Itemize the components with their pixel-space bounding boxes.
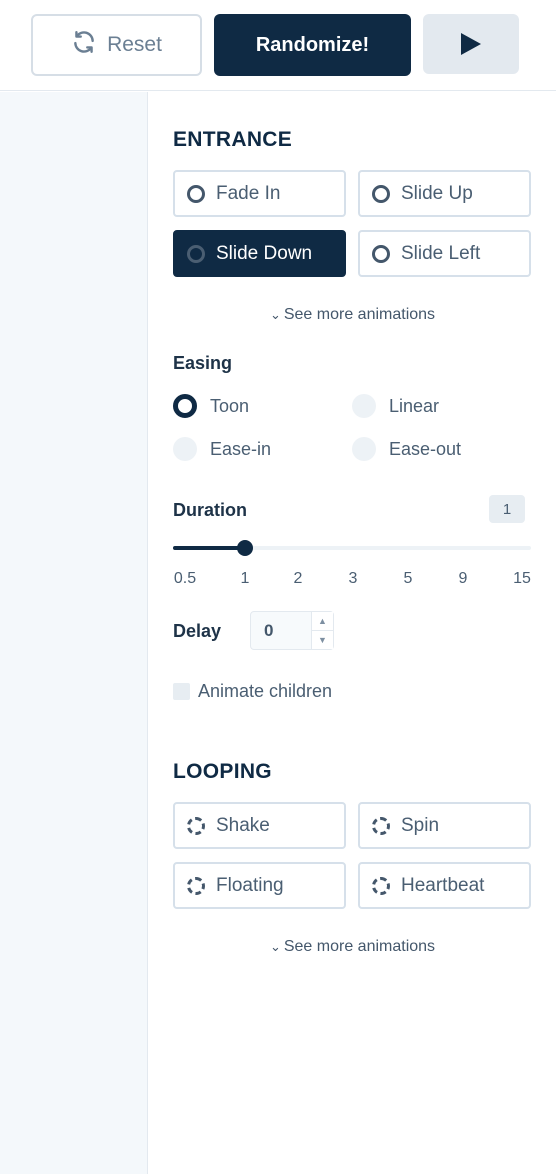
easing-option-toon[interactable]: Toon (173, 394, 249, 418)
radio-button (352, 437, 376, 461)
looping-title: LOOPING (173, 760, 272, 783)
play-icon (461, 33, 481, 55)
reset-label: Reset (107, 33, 162, 56)
entrance-option-fade-in[interactable]: Fade In (173, 170, 346, 217)
ring-icon (187, 184, 205, 203)
delay-label: Delay (173, 621, 222, 641)
looping-option-shake[interactable]: Shake (173, 802, 346, 849)
animate-children-label: Animate children (198, 681, 333, 701)
delay-stepper: ▲ ▼ (311, 612, 333, 649)
radio-button (173, 394, 197, 418)
animation-panel: ENTRANCE Fade In Slide Up Slide Down Sli… (149, 92, 556, 1174)
option-label: Slide Up (401, 182, 473, 204)
chevron-down-icon: ⌄ (269, 939, 281, 954)
ring-icon (372, 244, 390, 263)
easing-option-ease-in[interactable]: Ease-in (173, 437, 271, 461)
dashed-ring-icon (372, 816, 390, 835)
option-label: Slide Down (216, 242, 313, 264)
ring-icon (372, 184, 390, 203)
duration-tick: 3 (348, 570, 358, 587)
animate-children-checkbox[interactable]: Animate children (173, 681, 332, 702)
option-label: Spin (401, 814, 440, 836)
easing-label: Easing (173, 353, 233, 373)
duration-slider[interactable] (173, 540, 531, 556)
option-label: Shake (216, 814, 270, 836)
toolbar: Reset Randomize! (0, 0, 556, 91)
entrance-option-slide-left[interactable]: Slide Left (358, 230, 531, 277)
option-label: Slide Left (401, 242, 481, 264)
play-button[interactable] (423, 14, 519, 74)
ring-icon (187, 244, 205, 263)
duration-tick: 1 (240, 570, 250, 587)
duration-slider-fill (173, 546, 245, 550)
stepper-down-icon[interactable]: ▼ (312, 630, 333, 648)
chevron-down-icon: ⌄ (269, 307, 281, 322)
easing-option-label: Toon (210, 395, 250, 416)
easing-option-label: Ease-in (210, 438, 272, 459)
looping-see-more-link[interactable]: ⌄ See more animations (149, 938, 556, 956)
entrance-option-slide-up[interactable]: Slide Up (358, 170, 531, 217)
randomize-button[interactable]: Randomize! (214, 14, 411, 76)
option-label: Fade In (216, 182, 281, 204)
option-label: Floating (216, 874, 284, 896)
duration-tick: 2 (293, 570, 303, 587)
duration-label: Duration (173, 500, 247, 520)
easing-option-ease-out[interactable]: Ease-out (352, 437, 461, 461)
checkbox-box[interactable] (173, 683, 190, 700)
duration-tick: 15 (513, 570, 531, 587)
delay-input[interactable] (252, 613, 312, 648)
delay-field: ▲ ▼ (250, 611, 334, 650)
refresh-icon (71, 29, 97, 61)
easing-option-label: Ease-out (389, 438, 462, 459)
reset-button[interactable]: Reset (31, 14, 202, 76)
canvas-area (0, 92, 148, 1174)
duration-slider-thumb[interactable] (237, 540, 253, 556)
duration-tick: 5 (403, 570, 413, 587)
dashed-ring-icon (187, 876, 205, 895)
looping-option-floating[interactable]: Floating (173, 862, 346, 909)
see-more-label: See more animations (283, 306, 436, 323)
looping-option-spin[interactable]: Spin (358, 802, 531, 849)
duration-tick: 9 (458, 570, 468, 587)
easing-option-linear[interactable]: Linear (352, 394, 439, 418)
duration-value-badge: 1 (489, 495, 525, 523)
entrance-option-slide-down[interactable]: Slide Down (173, 230, 346, 277)
easing-option-label: Linear (389, 395, 440, 416)
looping-option-heartbeat[interactable]: Heartbeat (358, 862, 531, 909)
option-label: Heartbeat (401, 874, 485, 896)
stepper-up-icon[interactable]: ▲ (312, 612, 333, 630)
dashed-ring-icon (187, 816, 205, 835)
entrance-title: ENTRANCE (173, 128, 293, 151)
entrance-see-more-link[interactable]: ⌄ See more animations (149, 306, 556, 324)
radio-button (352, 394, 376, 418)
see-more-label: See more animations (283, 938, 436, 955)
radio-button (173, 437, 197, 461)
duration-tick: 0.5 (173, 570, 197, 587)
dashed-ring-icon (372, 876, 390, 895)
